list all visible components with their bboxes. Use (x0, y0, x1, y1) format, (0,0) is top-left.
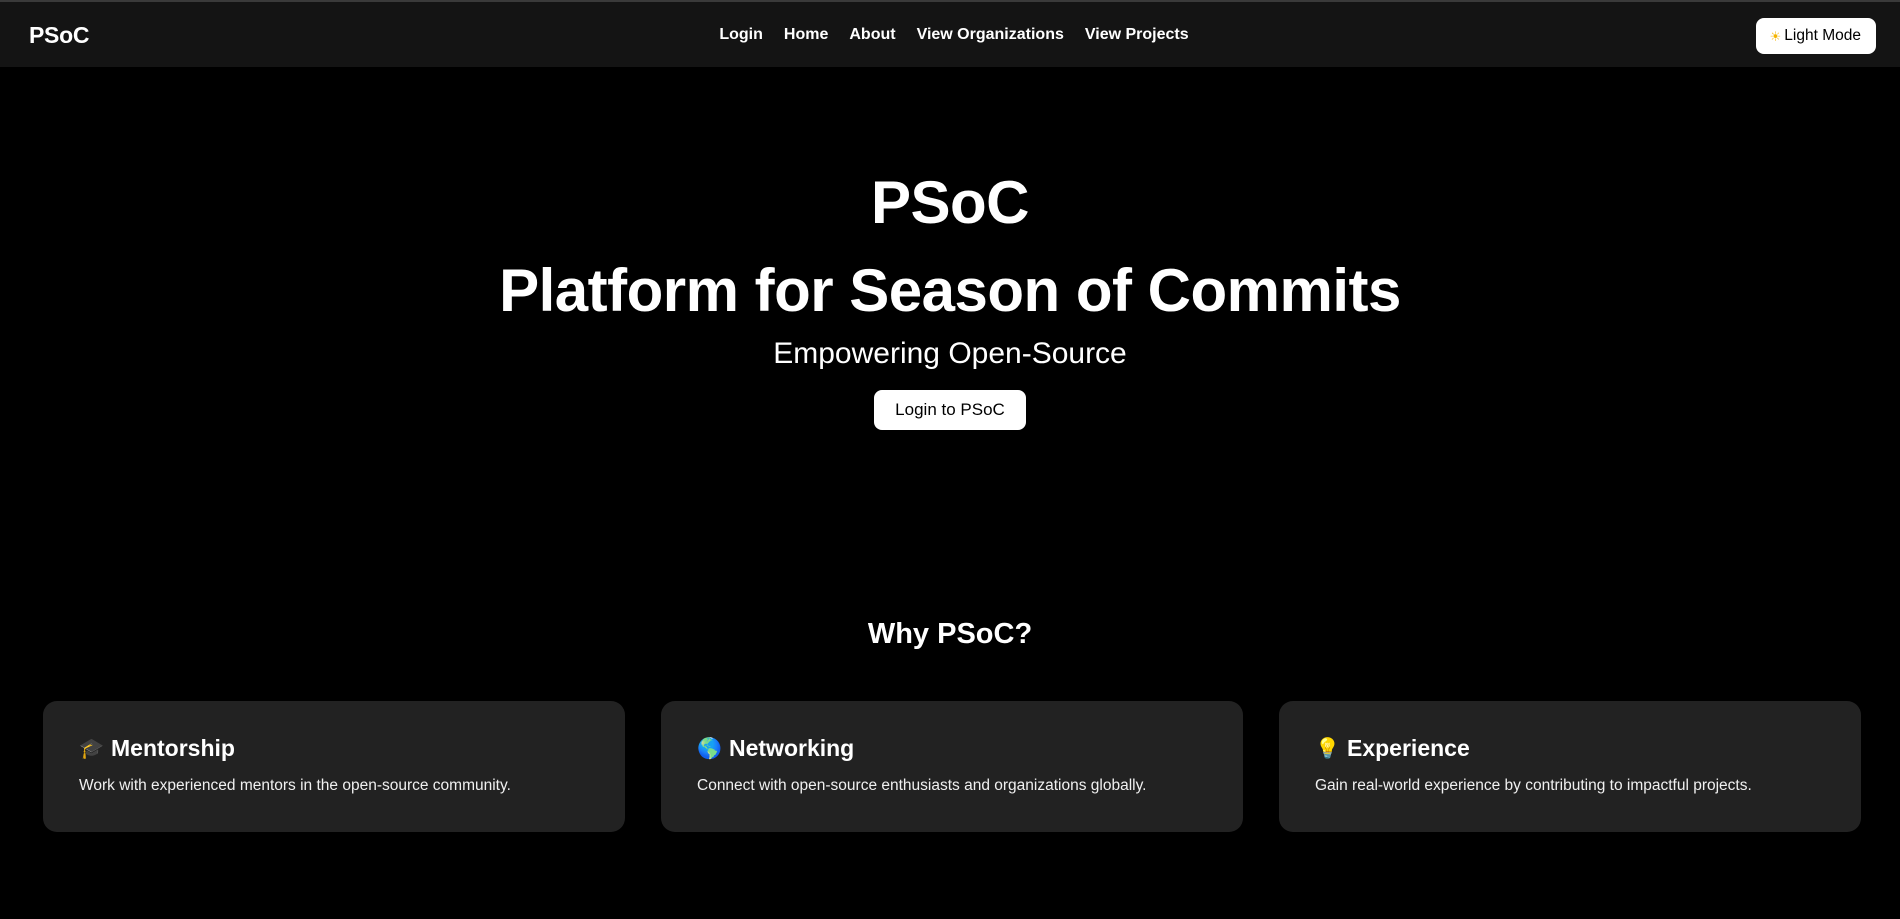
feature-card-title: Networking (729, 735, 855, 761)
hero-section: PSoC Platform for Season of Commits Empo… (0, 168, 1900, 430)
nav-link-view-organizations[interactable]: View Organizations (917, 26, 1064, 44)
feature-card-experience: 💡 Experience Gain real-world experience … (1279, 701, 1861, 832)
feature-card-description: Connect with open-source enthusiasts and… (697, 777, 1147, 794)
navbar: PSoC Login Home About View Organizations… (0, 0, 1900, 67)
feature-card-description: Gain real-world experience by contributi… (1315, 777, 1752, 794)
hero-title: PSoC (870, 169, 1030, 236)
light-mode-button[interactable]: ☀ Light Mode (1755, 18, 1876, 54)
hero-tagline: Empowering Open-Source (773, 337, 1127, 370)
graduation-cap-icon: 🎓 (79, 737, 104, 760)
nav-link-login[interactable]: Login (719, 26, 763, 44)
sun-icon: ☀ (1769, 28, 1782, 44)
light-mode-label: Light Mode (1784, 27, 1861, 44)
hero-subtitle: Platform for Season of Commits (499, 257, 1401, 324)
feature-cards: 🎓 Mentorship Work with experienced mento… (43, 701, 1861, 832)
nav-link-view-projects[interactable]: View Projects (1085, 26, 1189, 44)
feature-card-networking: 🌎 Networking Connect with open-source en… (661, 701, 1243, 832)
feature-card-title: Experience (1347, 735, 1470, 761)
feature-card-title: Mentorship (111, 735, 235, 761)
lightbulb-icon: 💡 (1315, 737, 1340, 760)
nav-links: Login Home About View Organizations View… (0, 26, 1900, 44)
login-to-psoc-button[interactable]: Login to PSoC (874, 390, 1026, 430)
feature-card-description: Work with experienced mentors in the ope… (79, 777, 511, 794)
why-section-title: Why PSoC? (867, 618, 1033, 650)
globe-icon: 🌎 (697, 737, 722, 760)
nav-link-about[interactable]: About (849, 26, 895, 44)
nav-link-home[interactable]: Home (784, 26, 828, 44)
feature-card-mentorship: 🎓 Mentorship Work with experienced mento… (43, 701, 625, 832)
